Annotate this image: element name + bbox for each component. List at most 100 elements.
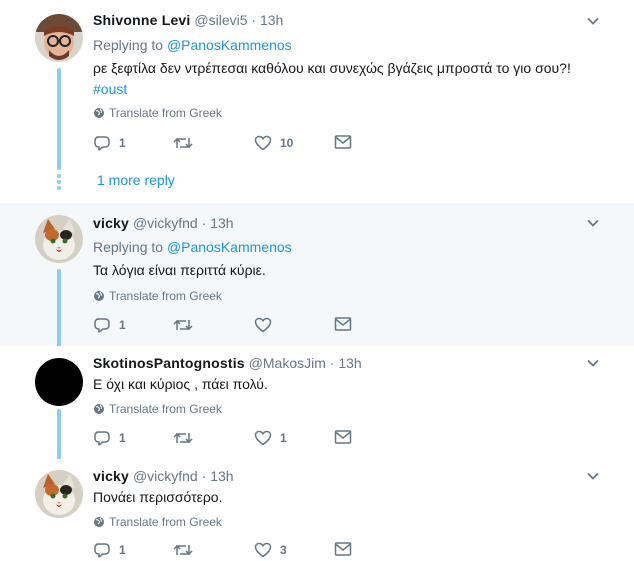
hashtag-link[interactable]: #oust (93, 79, 571, 100)
translate-label: Translate from Greek (109, 402, 222, 416)
timestamp[interactable]: 13h (210, 468, 233, 484)
dm-icon (334, 317, 352, 331)
replying-label: Replying to (93, 37, 164, 53)
author-handle[interactable]: @vickyfnd (133, 215, 198, 231)
globe-icon (94, 517, 104, 527)
reply-icon (94, 136, 110, 151)
retweet-button[interactable] (173, 429, 201, 447)
replying-label: Replying to (93, 239, 164, 255)
reply-count: 1 (119, 318, 126, 332)
globe-icon (94, 404, 104, 414)
like-icon (254, 430, 272, 446)
reply-count: 1 (119, 543, 126, 557)
author-name[interactable]: vicky (93, 468, 129, 484)
tweet-header: SkotinosPantognostis @MakosJim · 13h (93, 355, 362, 371)
like-button[interactable]: 1 (254, 429, 287, 447)
author-handle[interactable]: @silevi5 (194, 12, 247, 28)
translate-label: Translate from Greek (109, 289, 222, 303)
separator: · (201, 215, 207, 231)
timestamp[interactable]: 13h (210, 215, 233, 231)
reply-button[interactable]: 1 (93, 429, 126, 447)
tweet-actions: 1 10 (93, 134, 363, 154)
retweet-button[interactable] (173, 316, 201, 334)
retweet-icon (173, 432, 193, 444)
translate-link[interactable]: Translate from Greek (93, 106, 222, 120)
reply-count: 1 (119, 136, 126, 150)
tweet-text: Τα λόγια είναι περιττά κύριε. (93, 262, 266, 278)
replying-to-link[interactable]: @PanosKammenos (167, 239, 292, 255)
globe-icon (94, 291, 104, 301)
avatar[interactable] (35, 215, 83, 263)
replying-to: Replying to @PanosKammenos (93, 37, 292, 53)
tweet-actions: 1 1 (93, 429, 363, 449)
translate-label: Translate from Greek (109, 106, 222, 120)
like-button[interactable] (254, 316, 280, 334)
tweet-shivonne-levi[interactable]: Shivonne Levi @silevi5 · 13h Replying to… (0, 0, 634, 204)
avatar[interactable] (35, 358, 83, 406)
chevron-down-icon[interactable] (586, 469, 600, 483)
replying-to-link[interactable]: @PanosKammenos (167, 37, 292, 53)
tweet-skotinospantognostis[interactable]: SkotinosPantognostis @MakosJim · 13h Ε ό… (0, 346, 634, 466)
more-reply-link[interactable]: 1 more reply (97, 172, 175, 188)
like-button[interactable]: 3 (254, 541, 287, 559)
tweet-text-line: ρε ξεφτίλα δεν ντρέπεσαι καθόλου και συν… (93, 60, 571, 76)
replying-to: Replying to @PanosKammenos (93, 239, 292, 255)
author-name[interactable]: vicky (93, 215, 129, 231)
timestamp[interactable]: 13h (260, 12, 283, 28)
avatar[interactable] (35, 470, 83, 518)
like-count: 3 (280, 543, 287, 557)
dm-icon (334, 542, 352, 556)
dm-button[interactable] (334, 541, 352, 557)
dm-icon (334, 430, 352, 444)
thread-line (57, 68, 61, 170)
globe-icon (94, 108, 104, 118)
tweet-vicky[interactable]: vicky @vickyfnd · 13h Replying to @Panos… (0, 203, 634, 349)
dm-button[interactable] (334, 316, 352, 332)
tweet-text: ρε ξεφτίλα δεν ντρέπεσαι καθόλου και συν… (93, 58, 571, 100)
reply-icon (94, 431, 110, 446)
reply-button[interactable]: 1 (93, 316, 126, 334)
dm-icon (334, 135, 352, 149)
separator: · (251, 12, 257, 28)
chevron-down-icon[interactable] (586, 216, 600, 230)
translate-label: Translate from Greek (109, 515, 222, 529)
translate-link[interactable]: Translate from Greek (93, 515, 222, 529)
reply-button[interactable]: 1 (93, 134, 126, 152)
author-handle[interactable]: @MakosJim (249, 355, 326, 371)
like-button[interactable]: 10 (254, 134, 293, 152)
translate-link[interactable]: Translate from Greek (93, 289, 222, 303)
tweet-actions: 1 3 (93, 541, 363, 561)
chevron-down-icon[interactable] (586, 14, 600, 28)
retweet-icon (173, 137, 193, 149)
retweet-button[interactable] (173, 134, 201, 152)
retweet-button[interactable] (173, 541, 201, 559)
tweet-actions: 1 (93, 316, 363, 336)
reply-icon (94, 318, 110, 333)
thread-line (57, 269, 61, 349)
tweet-header: vicky @vickyfnd · 13h (93, 468, 234, 484)
timestamp[interactable]: 13h (338, 355, 361, 371)
chevron-down-icon[interactable] (586, 356, 600, 370)
dm-button[interactable] (334, 429, 352, 445)
dm-button[interactable] (334, 134, 352, 150)
reply-button[interactable]: 1 (93, 541, 126, 559)
like-icon (254, 317, 272, 333)
tweet-vicky-2[interactable]: vicky @vickyfnd · 13h Πονάει περισσότερο… (0, 459, 634, 558)
thread-line (57, 409, 61, 466)
tweet-header: vicky @vickyfnd · 13h (93, 215, 234, 231)
avatar[interactable] (35, 14, 83, 62)
tweet-text: Πονάει περισσότερο. (93, 489, 223, 505)
separator: · (201, 468, 207, 484)
retweet-icon (173, 544, 193, 556)
author-name[interactable]: Shivonne Levi (93, 12, 191, 28)
retweet-icon (173, 319, 193, 331)
translate-link[interactable]: Translate from Greek (93, 402, 222, 416)
like-icon (254, 135, 272, 151)
author-name[interactable]: SkotinosPantognostis (93, 355, 245, 371)
separator: · (329, 355, 335, 371)
tweet-header: Shivonne Levi @silevi5 · 13h (93, 12, 283, 28)
like-count: 1 (280, 431, 287, 445)
like-count: 10 (280, 136, 294, 150)
like-icon (254, 542, 272, 558)
author-handle[interactable]: @vickyfnd (133, 468, 198, 484)
